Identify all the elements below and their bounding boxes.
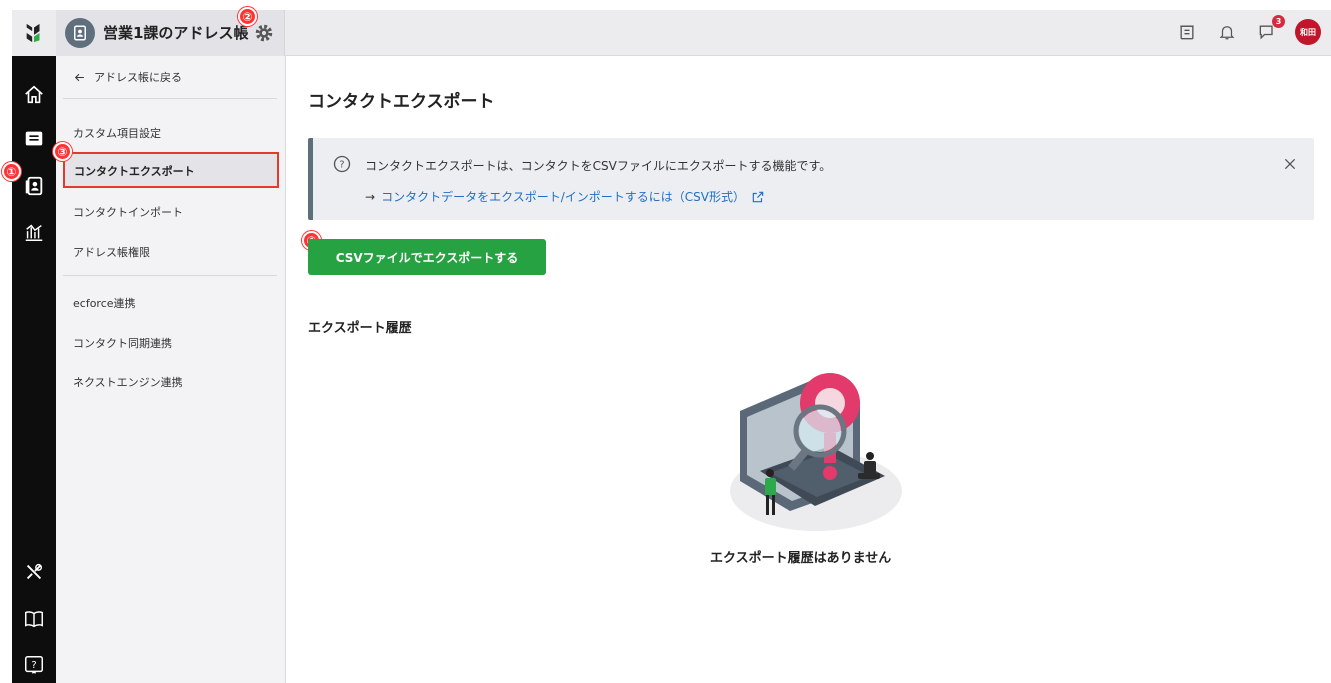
- manual-book-icon[interactable]: [22, 607, 46, 631]
- annotation-marker-1: ①: [2, 162, 21, 181]
- sidebar-item-next-engine[interactable]: ネクストエンジン連携: [73, 374, 183, 390]
- sidebar-divider: [63, 275, 277, 276]
- sidebar-item-permissions[interactable]: アドレス帳権限: [73, 244, 150, 260]
- page-title: コンタクトエクスポート: [308, 92, 495, 112]
- back-to-address-book-link[interactable]: アドレス帳に戻る: [73, 69, 182, 85]
- help-icon[interactable]: ?: [22, 653, 46, 677]
- close-icon[interactable]: [1282, 156, 1298, 172]
- arrow-left-icon: [74, 73, 84, 81]
- logo-icon: [26, 23, 40, 43]
- settings-sidebar: アドレス帳に戻る カスタム項目設定 コンタクトエクスポート コンタクトインポート…: [56, 56, 286, 683]
- chat-notification-button[interactable]: 3: [1255, 15, 1285, 44]
- info-banner-text: コンタクトエクスポートは、コンタクトをCSVファイルにエクスポートする機能です。: [365, 159, 832, 173]
- sidebar-item-ecforce[interactable]: ecforce連携: [73, 295, 136, 311]
- help-article-link-label: コンタクトデータをエクスポート/インポートするには（CSV形式）: [381, 190, 745, 204]
- notification-count-badge: 3: [1272, 15, 1285, 28]
- messages-icon[interactable]: [22, 127, 46, 151]
- svg-text:?: ?: [339, 159, 344, 170]
- csv-export-button[interactable]: CSVファイルでエクスポートする: [308, 239, 546, 275]
- address-book-title: 営業1課のアドレス帳: [103, 24, 249, 42]
- address-book-icon[interactable]: [22, 174, 46, 198]
- tools-icon[interactable]: [22, 560, 46, 584]
- sidebar-item-custom-fields[interactable]: カスタム項目設定: [73, 125, 161, 141]
- svg-text:?: ?: [31, 660, 36, 671]
- annotation-marker-2: ②: [238, 7, 257, 26]
- sidebar-item-label: コンタクトエクスポート: [74, 165, 195, 178]
- user-avatar[interactable]: 和田: [1295, 19, 1321, 45]
- announcement-icon[interactable]: [1175, 20, 1199, 44]
- sidebar-item-contact-sync[interactable]: コンタクト同期連携: [73, 335, 172, 351]
- sidebar-item-contact-import[interactable]: コンタクトインポート: [73, 204, 183, 220]
- bell-icon[interactable]: [1215, 20, 1239, 44]
- export-history-title: エクスポート履歴: [308, 321, 412, 336]
- main-content: コンタクトエクスポート ? コンタクトエクスポートは、コンタクトをCSVファイル…: [286, 56, 1331, 683]
- sidebar-divider: [63, 98, 277, 99]
- external-link-icon: [752, 191, 764, 202]
- header-actions: 3 和田: [1175, 15, 1321, 45]
- back-link-label: アドレス帳に戻る: [94, 71, 182, 84]
- arrow-right-icon: →: [365, 189, 376, 204]
- global-nav-rail: ?: [12, 10, 56, 683]
- settings-gear-icon[interactable]: [253, 22, 275, 44]
- empty-state-illustration: [730, 373, 902, 531]
- help-article-link[interactable]: → コンタクトデータをエクスポート/インポートするには（CSV形式）: [365, 188, 765, 205]
- annotation-marker-3: ③: [53, 142, 72, 161]
- address-book-badge-icon: [65, 18, 95, 48]
- app-window: ? 営業1課のアドレス帳 3 和田 アドレス帳に戻る カスタム項目設定 コンタク…: [0, 0, 1331, 683]
- app-logo[interactable]: [12, 10, 56, 56]
- question-circle-icon: ?: [333, 155, 351, 173]
- empty-state-message: エクスポート履歴はありません: [710, 551, 892, 566]
- home-icon[interactable]: [22, 83, 46, 107]
- sidebar-item-contact-export[interactable]: コンタクトエクスポート: [63, 152, 279, 188]
- info-banner: ? コンタクトエクスポートは、コンタクトをCSVファイルにエクスポートする機能で…: [308, 138, 1314, 220]
- analytics-icon[interactable]: [22, 220, 46, 244]
